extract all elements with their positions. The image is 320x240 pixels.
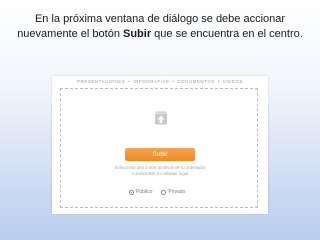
- privacy-private-option[interactable]: Privado: [161, 189, 185, 195]
- caption-text-after: que se encuentra en el centro.: [151, 28, 303, 40]
- cloud-upload-icon: [155, 111, 167, 125]
- tab-presentaciones[interactable]: PRESENTACIONES: [77, 79, 125, 84]
- caption-bold-button-name: Subir: [123, 28, 152, 40]
- file-drop-zone[interactable]: Subir Selecciona uno o más archivos de t…: [60, 88, 258, 208]
- instruction-caption: En la próxima ventana de diálogo se debe…: [10, 12, 310, 42]
- privacy-options: Público Privado: [129, 189, 191, 195]
- privacy-public-option[interactable]: Público: [129, 189, 152, 195]
- public-radio[interactable]: [129, 189, 134, 195]
- tab-separator: •: [172, 79, 175, 84]
- tab-separator: •: [217, 79, 220, 84]
- upload-hint-line-2: o arrástralos a cualquier lugar: [131, 171, 189, 176]
- subir-button[interactable]: Subir: [125, 148, 195, 161]
- tab-separator: •: [128, 79, 131, 84]
- private-label: Privado: [168, 189, 186, 195]
- private-radio[interactable]: [161, 189, 167, 195]
- tab-infografias[interactable]: INFOGRAFÍAS: [133, 79, 169, 84]
- upload-hint: Selecciona uno o más archivos de tu orde…: [91, 165, 229, 177]
- upload-type-tabs: PRESENTACIONES • INFOGRAFÍAS • DOCUMENTOS • VI…: [52, 79, 268, 84]
- upload-dialog-screenshot: PRESENTACIONES • INFOGRAFÍAS • DOCUMENTOS • VI…: [52, 76, 268, 214]
- tab-documentos[interactable]: DOCUMENTOS: [177, 79, 214, 84]
- public-label: Público: [136, 189, 153, 195]
- tab-videos[interactable]: VIDEOS: [223, 79, 243, 84]
